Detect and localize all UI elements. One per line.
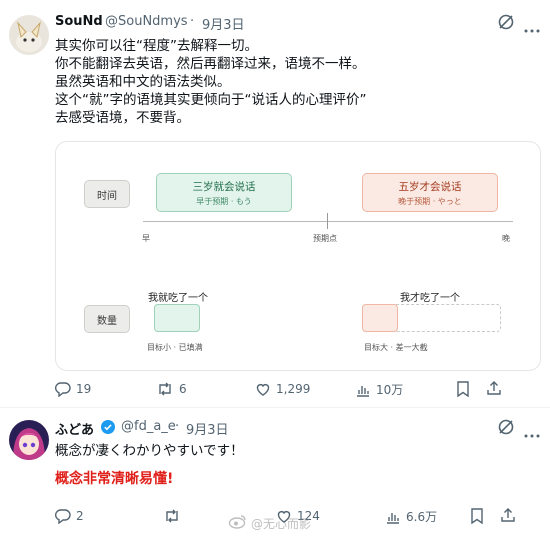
post-text: 概念が凄くわかりやすいです！ (55, 443, 244, 459)
ate-only-note: 目标大 · 差一大截 (364, 343, 428, 352)
reply-count: 19 (76, 382, 92, 396)
share-icon[interactable] (500, 507, 516, 527)
text-line: 其实你可以往“程度”去解释一切。 (55, 38, 258, 54)
heart-icon (256, 383, 270, 396)
late-title: 五岁才会说话 (398, 181, 462, 193)
time-label: 时间 (84, 180, 130, 208)
post-image[interactable]: 时间 三岁就会说话 早于预期 · もう 五岁才会说话 晚于预期 · やっと 早 … (55, 141, 541, 371)
views-count: 10万 (376, 383, 404, 397)
more-icon[interactable] (524, 424, 540, 443)
like-button[interactable]: 1,299 (255, 381, 310, 397)
repost-icon (166, 509, 178, 523)
views-icon (357, 385, 369, 397)
reply-button[interactable]: 2 (55, 508, 84, 524)
author-name[interactable]: ふどあ (55, 419, 94, 438)
text-line: 你不能翻译去英语，然后再翻译过来，语境不一样。 (55, 56, 366, 72)
repost-button[interactable] (163, 508, 186, 524)
text-line: 虽然英语和中文的语法类似。 (55, 74, 231, 90)
expectation-tick (327, 213, 328, 229)
share-icon[interactable] (486, 380, 502, 400)
like-count: 1,299 (276, 382, 311, 396)
grok-icon[interactable] (497, 418, 515, 440)
repost-icon (159, 382, 171, 396)
bookmark-icon[interactable] (456, 381, 470, 401)
timeline-axis (143, 221, 513, 222)
grok-icon[interactable] (497, 13, 515, 35)
repost-count: 6 (179, 382, 187, 396)
quantity-label: 数量 (84, 305, 130, 333)
views-button[interactable]: 6.6万 (385, 508, 437, 525)
divider (0, 407, 550, 408)
late-box: 五岁才会说话 晚于预期 · やっと (362, 173, 498, 212)
author-handle[interactable]: @SouNdmys (105, 14, 188, 29)
avatar[interactable] (9, 420, 49, 460)
axis-left-label: 早 (142, 234, 150, 243)
separator-dot: · (190, 14, 195, 29)
views-icon (387, 512, 399, 524)
views-button[interactable]: 10万 (355, 381, 403, 398)
watermark-text: @无心而影 (251, 516, 312, 531)
watermark: @无心而影 (228, 513, 311, 533)
post-date[interactable]: 9月3日 (202, 14, 245, 33)
little-target-box (154, 304, 200, 332)
reply-icon (55, 382, 71, 397)
post-date[interactable]: 9月3日 (186, 419, 229, 438)
large-target-fill (362, 304, 398, 332)
early-subtitle: 早于预期 · もう (196, 197, 252, 206)
reply-icon (55, 509, 71, 524)
text-line: 去感受语境，不要背。 (55, 110, 190, 126)
verified-badge-icon (100, 419, 116, 439)
early-title: 三岁就会说话 (192, 181, 256, 193)
early-box: 三岁就会说话 早于预期 · もう (156, 173, 292, 212)
repost-button[interactable]: 6 (156, 381, 187, 397)
axis-mid-label: 预期点 (313, 234, 337, 243)
reply-button[interactable]: 19 (55, 381, 91, 397)
author-handle[interactable]: @fd_a_e (121, 419, 176, 434)
views-count: 6.6万 (406, 510, 438, 524)
avatar[interactable] (9, 15, 49, 55)
separator-dot: · (175, 419, 180, 434)
weibo-logo-icon (228, 513, 248, 533)
ate-little-label: 我就吃了一个 (148, 293, 208, 304)
translation-text: 概念非常清晰易懂! (55, 471, 174, 487)
author-name[interactable]: SouNd (55, 14, 103, 29)
bookmark-icon[interactable] (470, 508, 484, 528)
axis-right-label: 晚 (502, 234, 510, 243)
ate-only-label: 我才吃了一个 (400, 293, 460, 304)
reply-count: 2 (76, 509, 84, 523)
ate-little-note: 目标小 · 已填满 (147, 343, 203, 352)
more-icon[interactable] (524, 19, 540, 38)
post-text: 其实你可以往“程度”去解释一切。 你不能翻译去英语，然后再翻译过来，语境不一样。… (55, 37, 366, 127)
text-line: 这个“就”字的语境其实更倾向于“说话人的心理评价” (55, 92, 367, 108)
late-subtitle: 晚于预期 · やっと (398, 197, 462, 206)
